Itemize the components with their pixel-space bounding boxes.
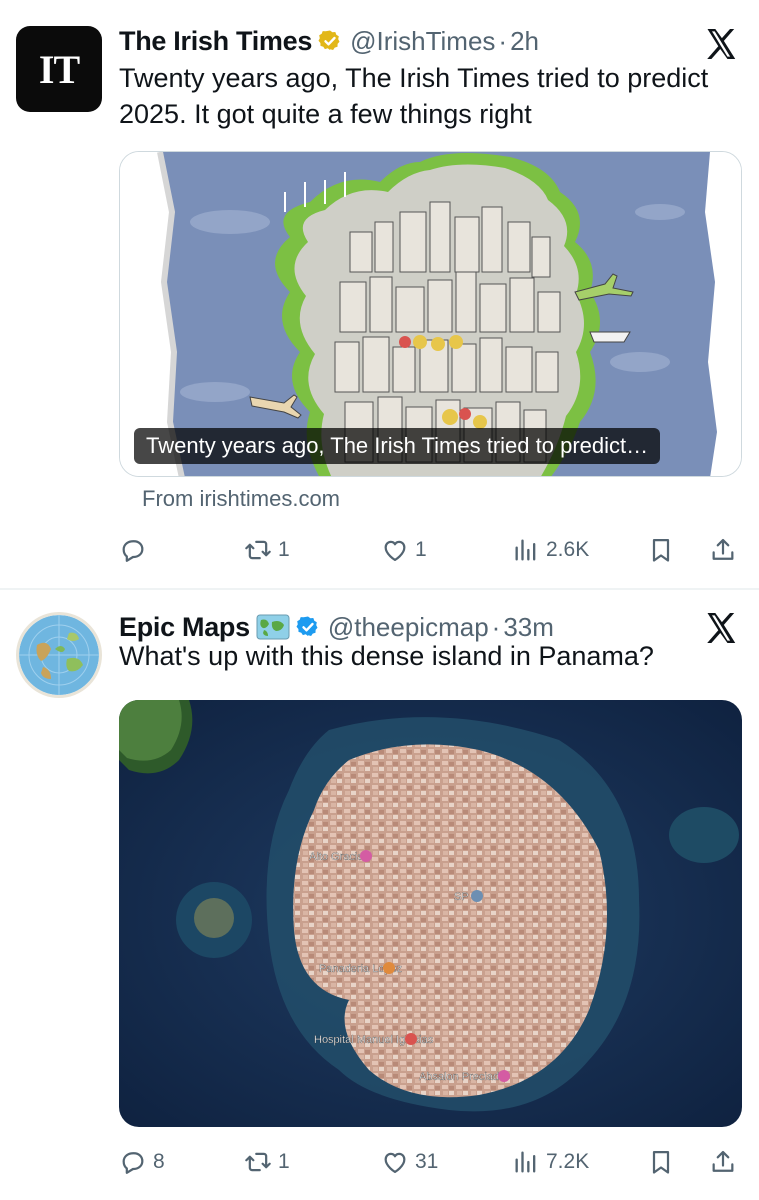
heart-icon [384, 1152, 406, 1174]
like-button[interactable]: 31 [381, 1142, 438, 1182]
action-bar: 8 1 31 7.2K [119, 1142, 749, 1182]
retweet-button[interactable]: 1 [244, 530, 290, 570]
heart-icon [384, 540, 406, 562]
bookmark-button[interactable] [647, 530, 675, 570]
handle[interactable]: @IrishTimes [350, 26, 495, 57]
verified-gold-icon [318, 30, 340, 50]
avatar[interactable]: IT [16, 26, 102, 112]
tweet-text: Twenty years ago, The Irish Times tried … [119, 63, 709, 129]
satellite-island-image: Alto Gracias SP Panaderia Lopez Hospital… [119, 700, 742, 1127]
tweet-epic-maps[interactable]: Epic Maps @theepicmap · 33m What's up wi… [0, 590, 759, 1200]
reply-button[interactable] [119, 530, 153, 570]
bookmark-icon [652, 1150, 670, 1174]
verified-blue-icon [296, 616, 318, 636]
separator: · [498, 25, 508, 56]
analytics-icon [515, 539, 536, 561]
retweet-count: 1 [278, 538, 290, 561]
flat-earth-globe-image [19, 615, 99, 695]
avatar[interactable] [16, 612, 102, 698]
display-name[interactable]: The Irish Times [119, 26, 312, 57]
reply-button[interactable]: 8 [119, 1142, 165, 1182]
like-count: 31 [415, 1150, 439, 1173]
tweet-header: The Irish Times @IrishTimes · 2h [119, 24, 539, 58]
analytics-icon [515, 1151, 536, 1173]
map-label-sp: SP [454, 891, 469, 903]
reply-icon [122, 1152, 144, 1174]
x-logo-icon [707, 29, 736, 59]
reply-count: 8 [153, 1150, 165, 1173]
like-button[interactable]: 1 [381, 530, 427, 570]
share-icon [712, 538, 734, 560]
bookmark-icon [652, 538, 670, 562]
views-button[interactable]: 7.2K [512, 1142, 589, 1182]
retweet-button[interactable]: 1 [244, 1142, 290, 1182]
card-source[interactable]: From irishtimes.com [142, 486, 340, 512]
media-image[interactable]: Alto Gracias SP Panaderia Lopez Hospital… [119, 700, 742, 1127]
link-card[interactable]: Twenty years ago, The Irish Times tried … [119, 151, 742, 477]
share-icon [712, 1150, 734, 1172]
tweet-irish-times[interactable]: IT The Irish Times @IrishTimes · 2h Twen… [0, 0, 759, 588]
world-map-emoji-icon [256, 614, 290, 640]
like-count: 1 [415, 538, 427, 561]
views-button[interactable]: 2.6K [512, 530, 589, 570]
action-bar: 1 1 2.6K [119, 530, 749, 570]
retweet-count: 1 [278, 1150, 290, 1173]
reply-icon [122, 540, 144, 562]
views-count: 7.2K [546, 1150, 590, 1173]
retweet-icon [245, 540, 271, 560]
timestamp[interactable]: 2h [510, 26, 539, 57]
map-label-absalon: Absalon Preciado [419, 1071, 505, 1083]
share-button[interactable] [709, 1142, 737, 1182]
bookmark-button[interactable] [647, 1142, 675, 1182]
retweet-icon [245, 1152, 271, 1172]
share-button[interactable] [709, 530, 737, 570]
card-caption: Twenty years ago, The Irish Times tried … [134, 428, 661, 464]
views-count: 2.6K [546, 538, 590, 561]
tweet-text: What's up with this dense island in Pana… [119, 641, 654, 671]
